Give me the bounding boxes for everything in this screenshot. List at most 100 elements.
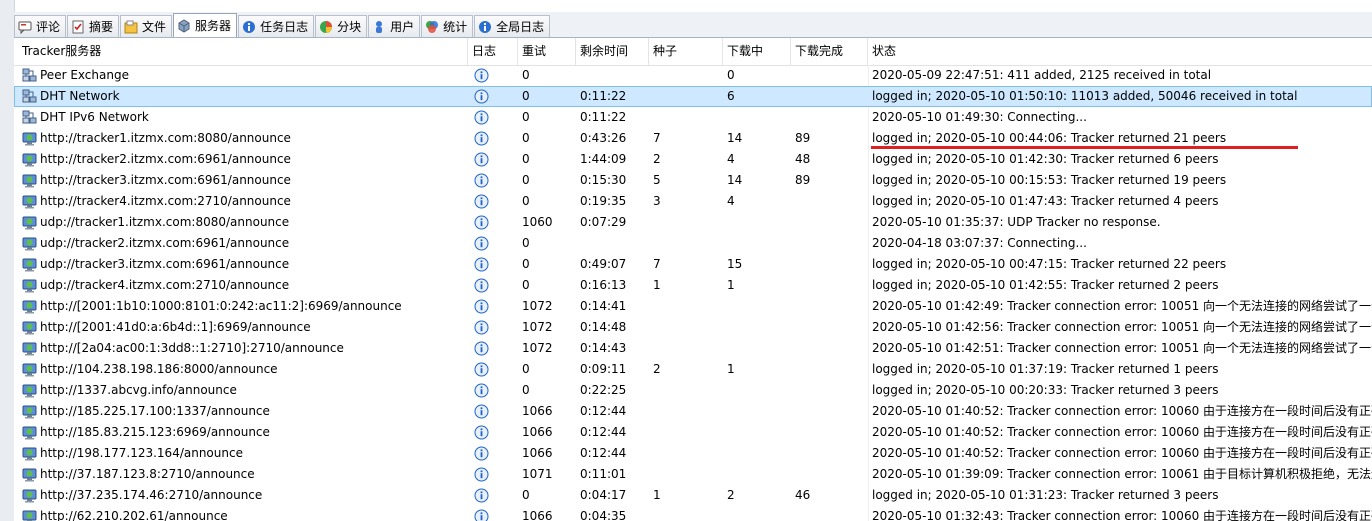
table-row[interactable]: DHT IPv6 Network 0 0:11:22 2020-05-10 01:49…	[14, 107, 1372, 128]
info-icon[interactable]	[472, 401, 518, 422]
table-row[interactable]: http://tracker2.itzmx.com:6961/announce 0…	[14, 149, 1372, 170]
table-row[interactable]: udp://tracker2.itzmx.com:6961/announce 0 2…	[14, 233, 1372, 254]
globe-icon	[22, 362, 37, 377]
comment-icon	[18, 20, 32, 34]
status-text: logged in; 2020-05-10 00:15:53: Tracker …	[872, 173, 1227, 187]
column-header-tracker[interactable]: Tracker服务器	[18, 38, 468, 65]
table-row[interactable]: http://37.235.174.46:2710/announce 0 0:04:…	[14, 485, 1372, 506]
tab-stats[interactable]: 统计	[421, 15, 474, 37]
table-row[interactable]: udp://tracker3.itzmx.com:6961/announce 0 0…	[14, 254, 1372, 275]
table-row[interactable]: http://1337.abcvg.info/announce 0 0:22:25 l…	[14, 380, 1372, 401]
info-icon[interactable]	[472, 443, 518, 464]
table-row[interactable]: http://[2a04:ac00:1:3dd8::1:2710]:2710/a…	[14, 338, 1372, 359]
status-text: 2020-04-18 03:07:37: Connecting...	[872, 236, 1087, 250]
info-icon[interactable]	[472, 170, 518, 191]
tracker-table: Tracker服务器 日志 重试 剩余时间 种子 下载中 下载完成 状态 Pee…	[14, 38, 1372, 521]
table-row[interactable]: http://37.187.123.8:2710/announce 1071 0:1…	[14, 464, 1372, 485]
info-icon[interactable]	[472, 86, 518, 107]
info-icon[interactable]	[472, 338, 518, 359]
info-icon[interactable]	[472, 254, 518, 275]
downloading-count	[723, 380, 791, 401]
retry-count: 0	[522, 362, 530, 376]
info-icon[interactable]	[472, 422, 518, 443]
info-icon[interactable]	[472, 506, 518, 521]
downloading-count	[723, 464, 791, 485]
remaining-time: 0:12:44	[580, 446, 627, 460]
tab-server[interactable]: 服务器	[173, 13, 238, 37]
info-icon[interactable]	[472, 464, 518, 485]
column-header-completed[interactable]: 下载完成	[791, 38, 868, 65]
seeds-count	[649, 401, 723, 422]
seeds-count	[649, 443, 723, 464]
seeds-count: 1	[653, 278, 661, 292]
tab-user[interactable]: 用户	[368, 15, 421, 37]
globe-icon	[22, 509, 37, 521]
tracker-name: http://185.83.215.123:6969/announce	[40, 425, 270, 439]
table-row[interactable]: http://185.225.17.100:1337/announce 1066 0…	[14, 401, 1372, 422]
status-text: 2020-05-10 01:40:52: Tracker connection …	[872, 425, 1372, 439]
tab-summary[interactable]: 摘要	[67, 15, 120, 37]
downloading-count: 4	[727, 194, 735, 208]
detail-tab-bar: 评论 摘要 文件 服务器 任务日志 分块 用户 统计 全局日志	[14, 12, 1372, 38]
table-row[interactable]: udp://tracker4.itzmx.com:2710/announce 0 0…	[14, 275, 1372, 296]
globe-icon	[22, 488, 37, 503]
column-header-retry[interactable]: 重试	[518, 38, 576, 65]
tracker-name-cell: http://tracker1.itzmx.com:8080/announce	[18, 128, 468, 149]
table-row[interactable]: Peer Exchange 0 0 2020-05-09 22:47:51: 411 …	[14, 65, 1372, 86]
tab-pieces[interactable]: 分块	[315, 15, 368, 37]
tab-global-log[interactable]: 全局日志	[474, 15, 551, 37]
log-cell	[468, 317, 518, 338]
seeds-count	[649, 233, 723, 254]
table-row[interactable]: http://62.210.202.61/announce 1066 0:04:35…	[14, 506, 1372, 521]
info-icon[interactable]	[472, 485, 518, 506]
table-row[interactable]: DHT Network 0 0:11:22 6 logged in; 2020-05-1…	[14, 86, 1372, 107]
tracker-name: udp://tracker2.itzmx.com:6961/announce	[40, 236, 290, 250]
tracker-name-cell: udp://tracker2.itzmx.com:6961/announce	[18, 233, 468, 254]
info-icon[interactable]	[472, 359, 518, 380]
tab-file[interactable]: 文件	[120, 15, 173, 37]
tracker-name-cell: DHT IPv6 Network	[18, 107, 468, 128]
column-header-log[interactable]: 日志	[468, 38, 518, 65]
tracker-name: udp://tracker4.itzmx.com:2710/announce	[40, 278, 290, 292]
info-icon[interactable]	[472, 296, 518, 317]
info-icon[interactable]	[472, 149, 518, 170]
table-row[interactable]: http://[2001:1b10:1000:8101:0:242:ac11:2…	[14, 296, 1372, 317]
downloading-count: 15	[727, 257, 743, 271]
info-icon[interactable]	[472, 380, 518, 401]
table-row[interactable]: http://tracker3.itzmx.com:6961/announce 0…	[14, 170, 1372, 191]
info-icon[interactable]	[472, 233, 518, 254]
table-row[interactable]: http://[2001:41d0:a:6b4d::1]:6969/announ…	[14, 317, 1372, 338]
info-icon[interactable]	[472, 65, 518, 86]
info-icon[interactable]	[472, 128, 518, 149]
column-header-remaining[interactable]: 剩余时间	[576, 38, 649, 65]
completed-count	[791, 359, 868, 380]
tab-label: 服务器	[195, 19, 232, 33]
table-row[interactable]: http://104.238.198.186:8000/announce 0 0:0…	[14, 359, 1372, 380]
table-row[interactable]: http://198.177.123.164/announce 1066 0:12:…	[14, 443, 1372, 464]
tab-task-log[interactable]: 任务日志	[238, 15, 315, 37]
table-row[interactable]: http://185.83.215.123:6969/announce 1066 0…	[14, 422, 1372, 443]
log-cell	[468, 191, 518, 212]
column-header-status[interactable]: 状态	[868, 38, 1372, 65]
tracker-name: http://tracker1.itzmx.com:8080/announce	[40, 131, 291, 145]
status-text: 2020-05-10 01:39:09: Tracker connection …	[872, 467, 1372, 481]
globe-icon	[22, 425, 37, 440]
tracker-name: http://tracker2.itzmx.com:6961/announce	[40, 152, 291, 166]
user-icon	[372, 20, 386, 34]
info-icon[interactable]	[472, 107, 518, 128]
info-icon[interactable]	[472, 317, 518, 338]
table-row[interactable]: http://tracker4.itzmx.com:2710/announce 0…	[14, 191, 1372, 212]
info-icon[interactable]	[472, 212, 518, 233]
info-icon[interactable]	[472, 191, 518, 212]
completed-count: 89	[795, 131, 811, 145]
globe-icon	[22, 236, 37, 251]
retry-count: 1066	[522, 446, 553, 460]
remaining-time: 0:16:13	[580, 278, 627, 292]
info-icon[interactable]	[472, 275, 518, 296]
tracker-name-cell: http://tracker3.itzmx.com:6961/announce	[18, 170, 468, 191]
column-header-seeds[interactable]: 种子	[649, 38, 723, 65]
remaining-time: 0:14:41	[580, 299, 627, 313]
tab-comment[interactable]: 评论	[14, 15, 67, 37]
column-header-downloading[interactable]: 下载中	[723, 38, 791, 65]
table-row[interactable]: udp://tracker1.itzmx.com:8080/announce 10…	[14, 212, 1372, 233]
